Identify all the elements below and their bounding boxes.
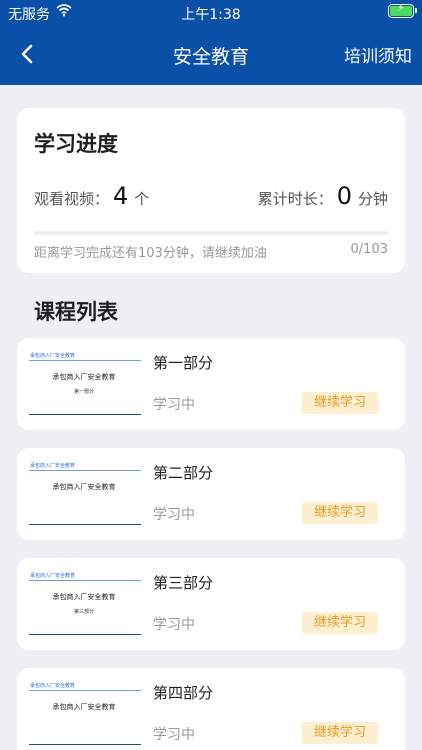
course-status: 学习中 [153,507,195,523]
progress-count: 0/103 [350,242,388,257]
course-list-title: 课程列表 [34,300,118,324]
course-name: 第二部分 [153,464,214,482]
duration-value: 0 [336,182,352,210]
course-thumbnail: 承包商入厂安全教育 承包商入厂安全教育 第一部分 [27,348,141,420]
duration-label: 累计时长： [257,190,333,208]
progress-title: 学习进度 [34,132,118,156]
course-name: 第一部分 [153,354,214,372]
progress-hint: 距离学习完成还有103分钟，请继续加油 [34,246,267,261]
course-item[interactable]: 承包商入厂安全教育 承包商入厂安全教育 第一部分 第一部分 学习中 继续学习 [17,338,405,430]
course-thumbnail: 承包商入厂安全教育 承包商入厂安全教育 第三部分 [27,568,141,640]
nav-bar: 安全教育 培训须知 [0,24,422,85]
course-item[interactable]: 承包商入厂安全教育 承包商入厂安全教育 第四部分 学习中 继续学习 [17,668,405,750]
course-status: 学习中 [153,617,195,633]
videos-stat: 观看视频： 4 个 [34,182,149,210]
progress-bar [34,231,388,235]
continue-study-button[interactable]: 继续学习 [302,612,378,634]
course-item[interactable]: 承包商入厂安全教育 承包商入厂安全教育 第三部分 第三部分 学习中 继续学习 [17,558,405,650]
videos-unit: 个 [134,190,150,208]
course-thumbnail: 承包商入厂安全教育 承包商入厂安全教育 [27,678,141,750]
course-item[interactable]: 承包商入厂安全教育 承包商入厂安全教育 第二部分 学习中 继续学习 [17,448,405,540]
course-status: 学习中 [153,727,195,743]
clock: 上午1:38 [181,7,241,23]
progress-card: 学习进度 观看视频： 4 个 累计时长： 0 分钟 距离学习完成还有103分钟，… [17,108,405,273]
continue-study-button[interactable]: 继续学习 [302,502,378,524]
course-status: 学习中 [153,397,195,413]
duration-stat: 累计时长： 0 分钟 [258,182,388,210]
course-name: 第四部分 [153,684,214,702]
videos-label: 观看视频： [34,190,110,208]
status-bar: 无服务 上午1:38 ⚡ [0,0,422,24]
continue-study-button[interactable]: 继续学习 [302,722,378,744]
duration-unit: 分钟 [357,190,388,208]
continue-study-button[interactable]: 继续学习 [302,392,378,414]
battery-charging-icon: ⚡ [388,3,417,18]
course-thumbnail: 承包商入厂安全教育 承包商入厂安全教育 [27,458,141,530]
videos-value: 4 [113,182,129,210]
training-notice-link[interactable]: 培训须知 [344,42,412,67]
course-name: 第三部分 [153,574,214,592]
